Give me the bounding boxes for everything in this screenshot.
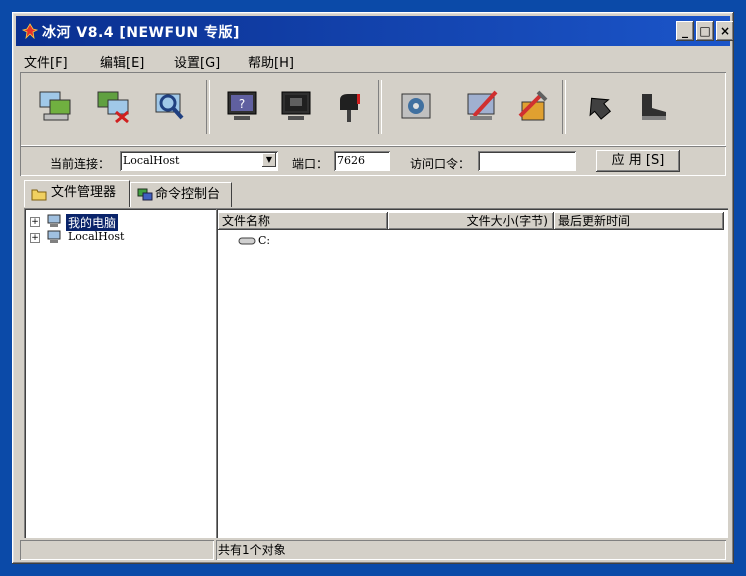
chevron-down-icon[interactable]: ▼: [262, 153, 276, 167]
host-tree-panel[interactable]: + 我的电脑 + LocalHost: [24, 208, 222, 538]
toolbar-separator: [562, 80, 566, 134]
tools-icon[interactable]: [512, 86, 552, 126]
toolbar: ?: [20, 72, 726, 146]
toolbar-separator: [378, 80, 382, 134]
svg-text:?: ?: [239, 97, 245, 111]
main-window: 冰河 V8.4 [NEWFUN 专版] _ □ × 文件[F] 编辑[E] 设置…: [12, 12, 734, 564]
file-name: C:: [258, 234, 271, 247]
minimize-button[interactable]: _: [676, 21, 694, 41]
apply-button[interactable]: 应 用 [S]: [596, 150, 680, 172]
tree-item-label: 我的电脑: [66, 214, 119, 231]
search-host-icon[interactable]: [150, 86, 190, 126]
port-input[interactable]: 7626: [334, 151, 390, 171]
password-input[interactable]: [478, 151, 576, 171]
column-header-name[interactable]: 文件名称: [218, 212, 388, 230]
menu-edit[interactable]: 编辑[E]: [100, 52, 144, 71]
expand-icon[interactable]: +: [30, 217, 40, 227]
app-logo-icon: [22, 23, 38, 39]
toolbar-separator: [206, 80, 210, 134]
screen-control-icon[interactable]: [276, 86, 316, 126]
current-connection-value: LocalHost: [123, 154, 180, 167]
status-object-count: 共有1个对象: [216, 540, 726, 560]
add-host-icon[interactable]: [36, 86, 76, 126]
password-label: 访问口令：: [410, 157, 471, 171]
tab-command-console[interactable]: 命令控制台: [130, 182, 232, 207]
current-connection-select[interactable]: LocalHost ▼: [120, 151, 278, 171]
disk-icon[interactable]: [396, 86, 436, 126]
menu-settings[interactable]: 设置[G]: [174, 52, 220, 71]
arrow-icon[interactable]: [578, 86, 618, 126]
column-header-modified[interactable]: 最后更新时间: [554, 212, 724, 230]
menu-file[interactable]: 文件[F]: [24, 52, 68, 71]
status-left: [20, 540, 214, 560]
tree-item-label: LocalHost: [68, 230, 125, 243]
mailbox-icon[interactable]: [330, 86, 370, 126]
console-icon: [137, 188, 153, 201]
edit-icon[interactable]: [462, 86, 502, 126]
drive-icon: [238, 237, 256, 245]
folder-icon: [31, 189, 47, 201]
maximize-button[interactable]: □: [696, 21, 714, 41]
column-header-size[interactable]: 文件大小(字节): [388, 212, 554, 230]
menu-help[interactable]: 帮助[H]: [248, 52, 294, 71]
file-list-panel[interactable]: 文件名称 文件大小(字节) 最后更新时间 C:: [216, 208, 728, 538]
window-title: 冰河 V8.4 [NEWFUN 专版]: [42, 25, 240, 41]
boot-icon[interactable]: [632, 86, 672, 126]
expand-icon[interactable]: +: [30, 233, 40, 243]
connection-bar: 当前连接： LocalHost ▼ 端口： 7626 访问口令： 应 用 [S]: [20, 146, 726, 176]
screen-capture-icon[interactable]: ?: [222, 86, 262, 126]
close-button[interactable]: ×: [716, 21, 734, 41]
tab-file-manager-label: 文件管理器: [51, 185, 117, 200]
delete-host-icon[interactable]: [94, 86, 134, 126]
title-bar[interactable]: 冰河 V8.4 [NEWFUN 专版] _ □ ×: [16, 16, 734, 46]
tab-command-console-label: 命令控制台: [155, 187, 221, 202]
port-label: 端口：: [292, 157, 329, 171]
computer-icon: [47, 214, 61, 227]
current-connection-label: 当前连接：: [50, 157, 111, 171]
computer-icon: [47, 230, 61, 243]
tab-file-manager[interactable]: 文件管理器: [24, 180, 130, 207]
status-bar: 共有1个对象: [20, 540, 726, 560]
